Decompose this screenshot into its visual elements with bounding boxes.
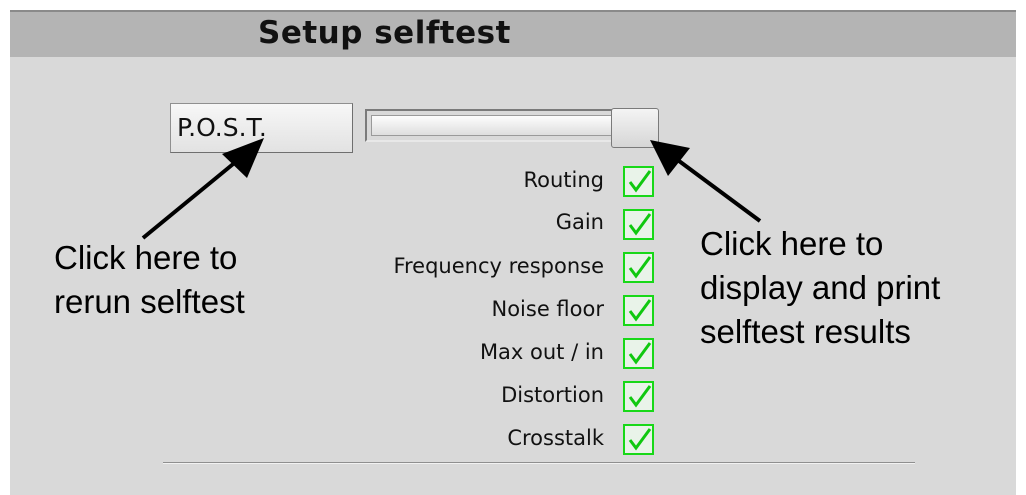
arrow-to-post-button-icon [141,138,264,240]
arrow-to-results-handle-icon [650,140,762,223]
annotation-arrows [141,138,762,240]
